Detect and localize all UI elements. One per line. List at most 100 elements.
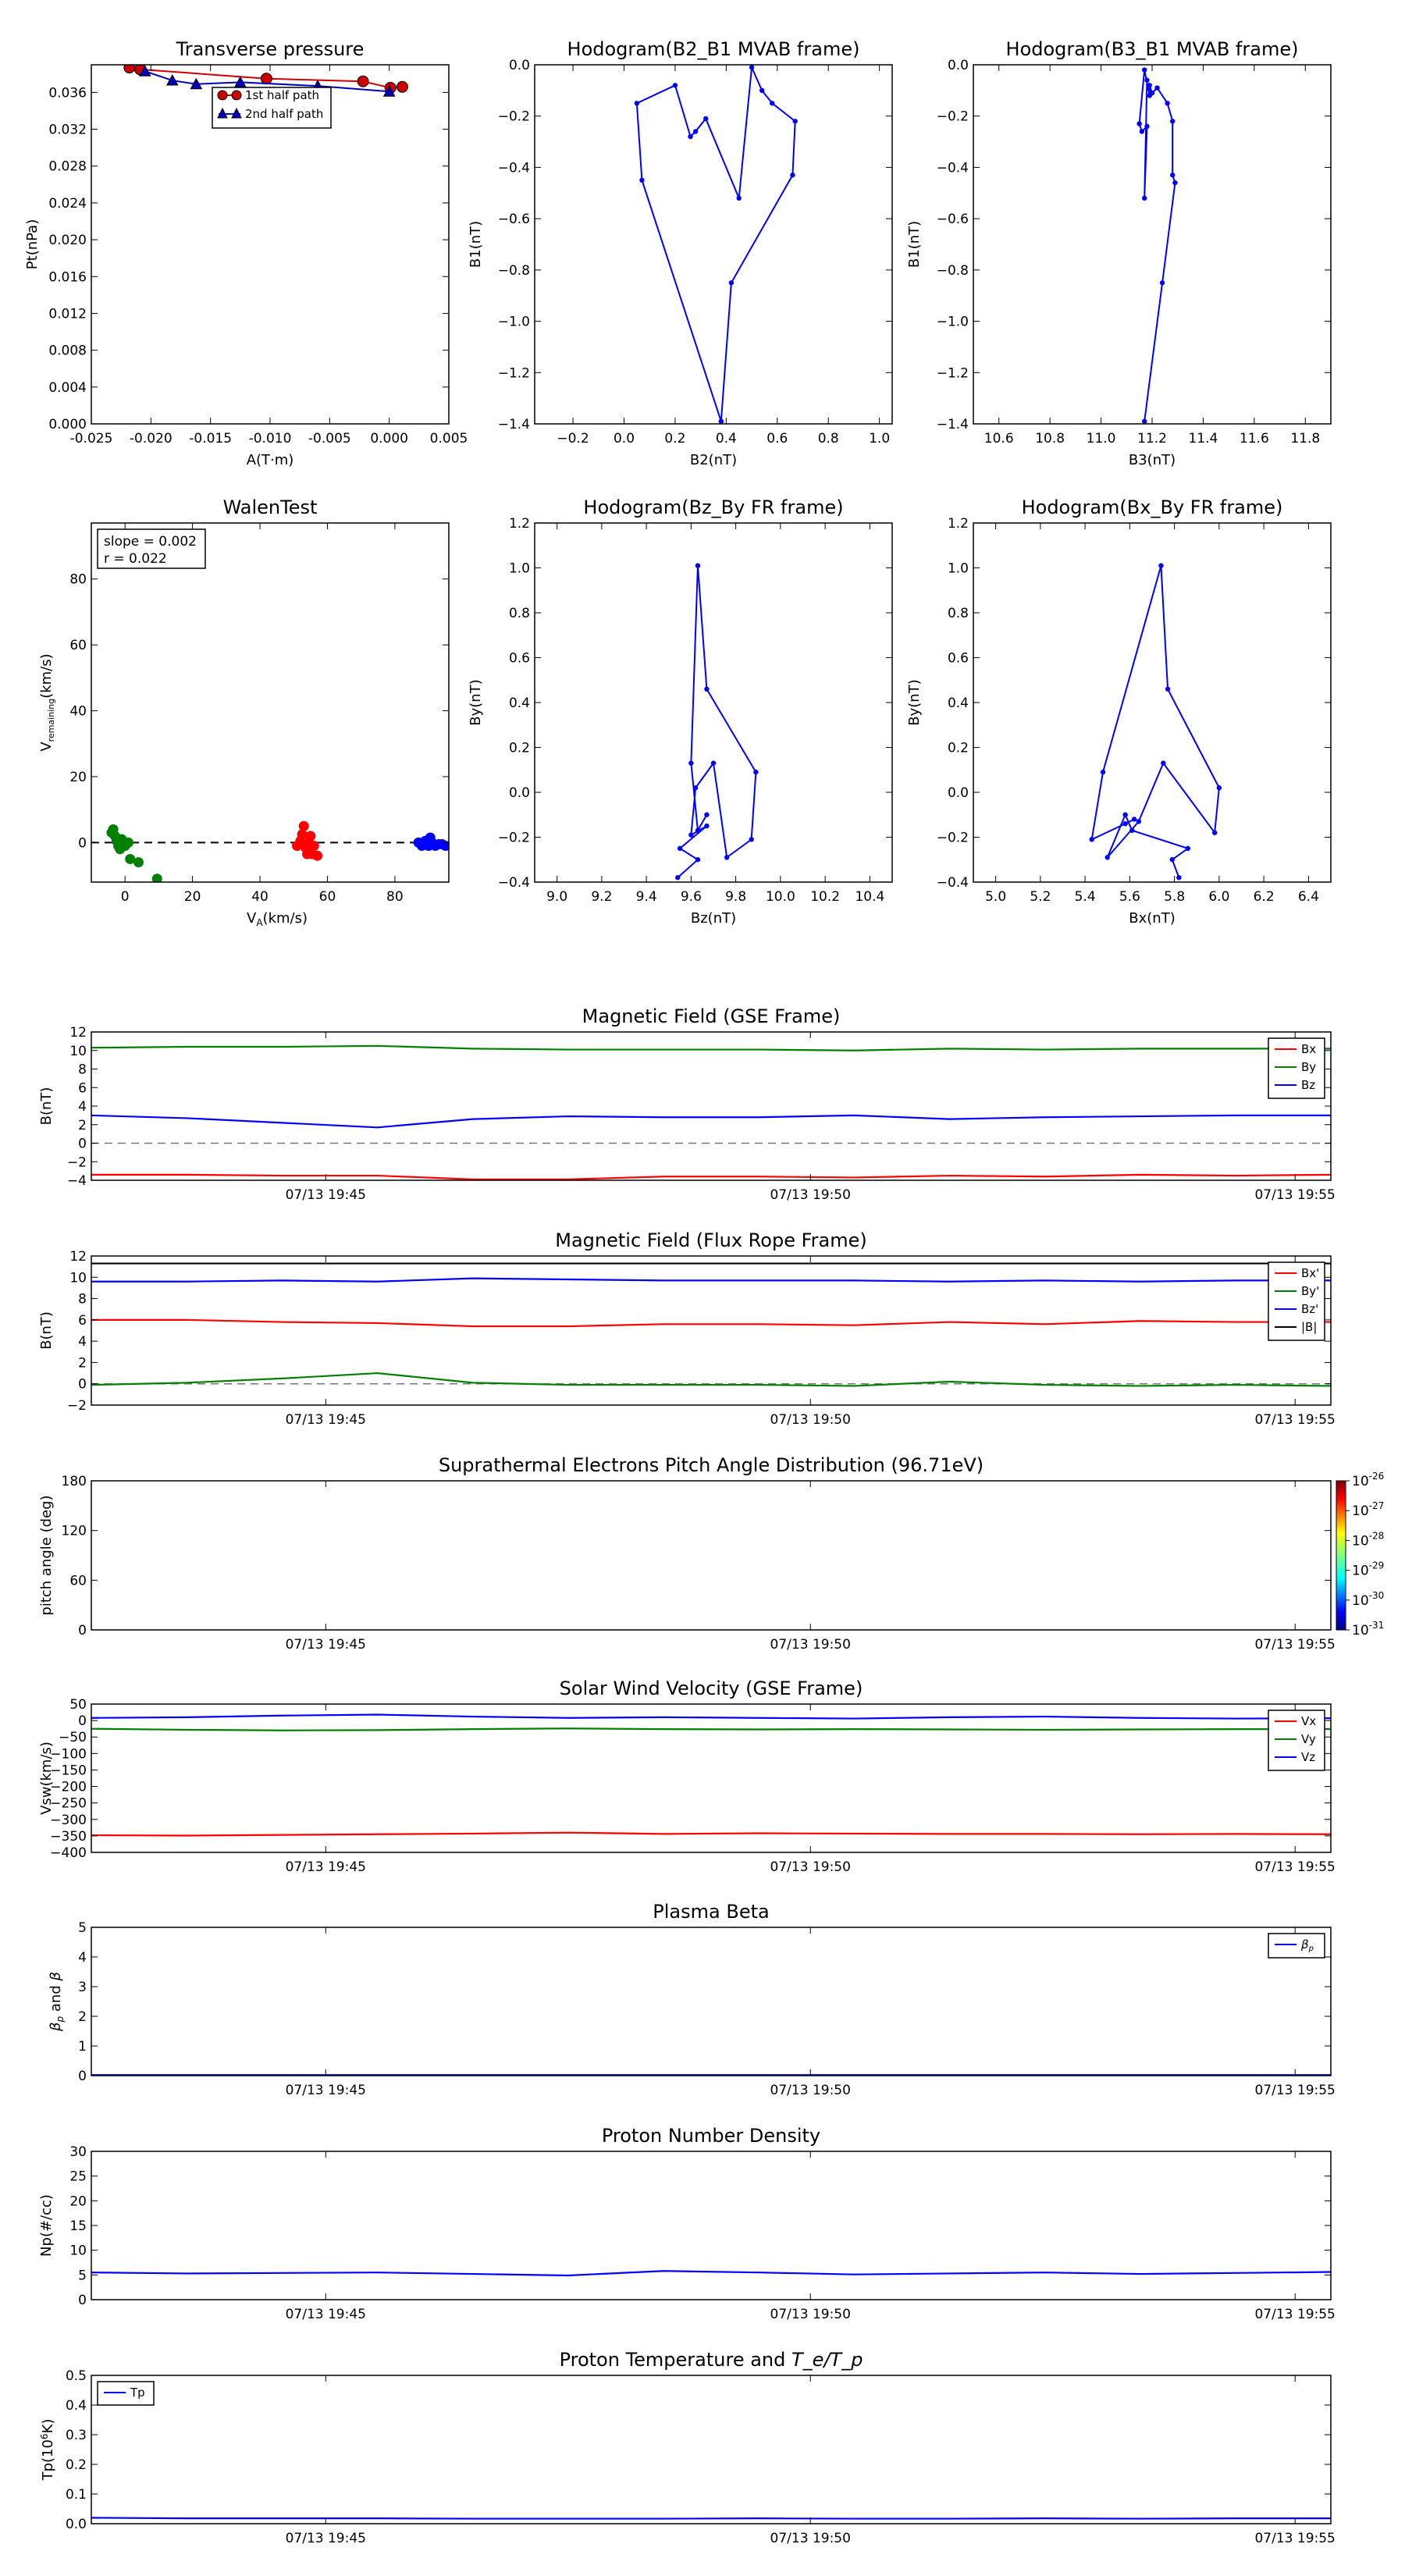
legend-label: |B|	[1301, 1320, 1317, 1334]
x-tick-label: 9.4	[636, 889, 657, 905]
data-point	[1161, 760, 1166, 766]
data-point	[704, 823, 710, 829]
x-tick-label: 5.0	[985, 889, 1006, 905]
y-tick-label: 0.0	[66, 2517, 87, 2532]
data-point	[704, 812, 710, 817]
y-tick-label: 0.6	[509, 651, 530, 667]
y-tick-label: 12	[69, 1025, 87, 1041]
y-tick-label: 0.2	[948, 741, 969, 756]
chart-tp: Transverse pressure 0.000 0.004 0.008 0.012 0…	[24, 38, 468, 468]
x-tick-label: 10.2	[810, 889, 840, 905]
y-tick-label: 1.0	[948, 561, 969, 577]
y-tick-label: −1.4	[937, 417, 969, 432]
y-tick-label: 0.3	[66, 2428, 87, 2443]
x-tick-label: 9.0	[546, 889, 567, 905]
x-tick-label: 07/13 19:45	[286, 1637, 366, 1653]
data-point	[1172, 180, 1178, 186]
chart-title: Plasma Beta	[653, 1901, 769, 1923]
y-tick-label: 0.6	[948, 651, 969, 667]
y-tick-label: −0.4	[937, 875, 969, 891]
data-point	[770, 101, 775, 106]
y-tick-label: 1	[78, 2039, 87, 2055]
chart-title: Hodogram(Bx_By FR frame)	[1022, 496, 1283, 518]
chart-beta: Plasma Beta 0 1 2 3 4 5 07/13 19:45 07/13 19:50 0…	[48, 1901, 1336, 2098]
data-point	[688, 832, 694, 838]
y-tick-label: 0	[78, 2069, 87, 2084]
axes-frame	[534, 64, 893, 425]
colorbar-label: 10-28	[1352, 1530, 1384, 1549]
x-tick-label: 9.8	[725, 889, 746, 905]
x-tick-label: 0	[121, 889, 130, 905]
x-tick-label: 11.0	[1087, 431, 1116, 447]
data-point	[677, 845, 683, 852]
x-tick-label: 6.2	[1254, 889, 1275, 905]
chart-mffr: Magnetic Field (Flux Rope Frame) −2 0 2 4 6 8 1…	[38, 1229, 1336, 1428]
data-point	[1154, 85, 1160, 91]
x-tick-label: 5.2	[1030, 889, 1051, 905]
y-tick-label: 0	[78, 2293, 87, 2308]
legend-label: Bx'	[1301, 1266, 1319, 1280]
data-point	[718, 418, 724, 424]
scatter-point	[125, 853, 136, 864]
y-tick-label: 0	[78, 1713, 87, 1729]
y-tick-label: 60	[69, 1573, 87, 1589]
y-tick-label: 50	[69, 1697, 87, 1713]
y-tick-label: 0.4	[948, 696, 969, 711]
x-tick-label: 0.0	[614, 431, 635, 447]
y-tick-label: 0.8	[948, 606, 969, 621]
plot-area	[91, 1262, 1331, 1387]
y-tick-label: 1.0	[509, 561, 530, 577]
data-point	[1147, 83, 1152, 88]
x-tick-label: 10.4	[855, 889, 884, 905]
y-tick-label: −1.2	[498, 365, 530, 381]
colorbar-label: 10-31	[1352, 1620, 1384, 1638]
axes-frame	[91, 1927, 1332, 2076]
y-tick-label: −50	[59, 1730, 87, 1745]
series-line-Vx	[91, 1831, 1331, 1837]
axes-frame	[973, 64, 1332, 425]
y-tick-label: −0.8	[937, 263, 969, 279]
y-tick-label: 0.036	[48, 85, 87, 101]
x-tick-label: 5.4	[1075, 889, 1096, 905]
x-tick-label: 07/13 19:55	[1254, 1859, 1335, 1875]
data-point	[692, 129, 699, 134]
annotation-text: slope = 0.002	[104, 534, 197, 550]
data-point	[728, 280, 735, 286]
y-tick-label: 4	[78, 1099, 87, 1115]
data-point	[1211, 830, 1218, 835]
scatter-point	[298, 820, 309, 831]
series-line-Vy	[91, 1727, 1331, 1731]
axes-frame	[91, 1255, 1332, 1406]
x-axis-label: Bz(nT)	[691, 910, 736, 927]
plot-area	[91, 1713, 1331, 1837]
data-point	[1104, 855, 1110, 860]
data-point	[1158, 563, 1164, 568]
x-tick-label: -0.020	[130, 431, 173, 447]
data-point	[1136, 121, 1142, 126]
x-tick-label: 20	[184, 889, 201, 905]
data-point	[1147, 93, 1152, 98]
x-tick-label: 80	[386, 889, 404, 905]
chart-h1: Hodogram(B2_B1 MVAB frame) −1.4 −1.2 −1.0 −0…	[468, 38, 893, 468]
series-line-0	[677, 565, 757, 878]
y-tick-label: 0.012	[48, 306, 87, 322]
y-tick-label: −0.2	[498, 831, 530, 846]
x-tick-label: 11.6	[1240, 431, 1269, 447]
y-tick-label: −0.2	[498, 109, 530, 125]
x-tick-label: 07/13 19:55	[1254, 2307, 1335, 2322]
y-tick-label: 8	[78, 1292, 87, 1308]
chart-title: Proton Number Density	[602, 2125, 820, 2147]
y-tick-label: 0.032	[48, 123, 87, 138]
x-tick-label: 07/13 19:50	[770, 2083, 851, 2098]
x-tick-label: 10.6	[984, 431, 1014, 447]
axes-frame	[91, 1703, 1332, 1853]
data-point	[1131, 817, 1137, 822]
y-axis-label: B1(nT)	[906, 221, 923, 268]
y-axis-label: B(nT)	[38, 1311, 55, 1350]
legend-label: Bx	[1301, 1042, 1316, 1056]
chart-np: Proton Number Density 0 5 10 15 20 25 30 07/13 1…	[38, 2125, 1336, 2322]
scatter-point	[123, 837, 134, 848]
legend-box	[1268, 1710, 1325, 1771]
series-line-By	[91, 1044, 1331, 1051]
chart-title: Hodogram(Bz_By FR frame)	[583, 496, 843, 518]
